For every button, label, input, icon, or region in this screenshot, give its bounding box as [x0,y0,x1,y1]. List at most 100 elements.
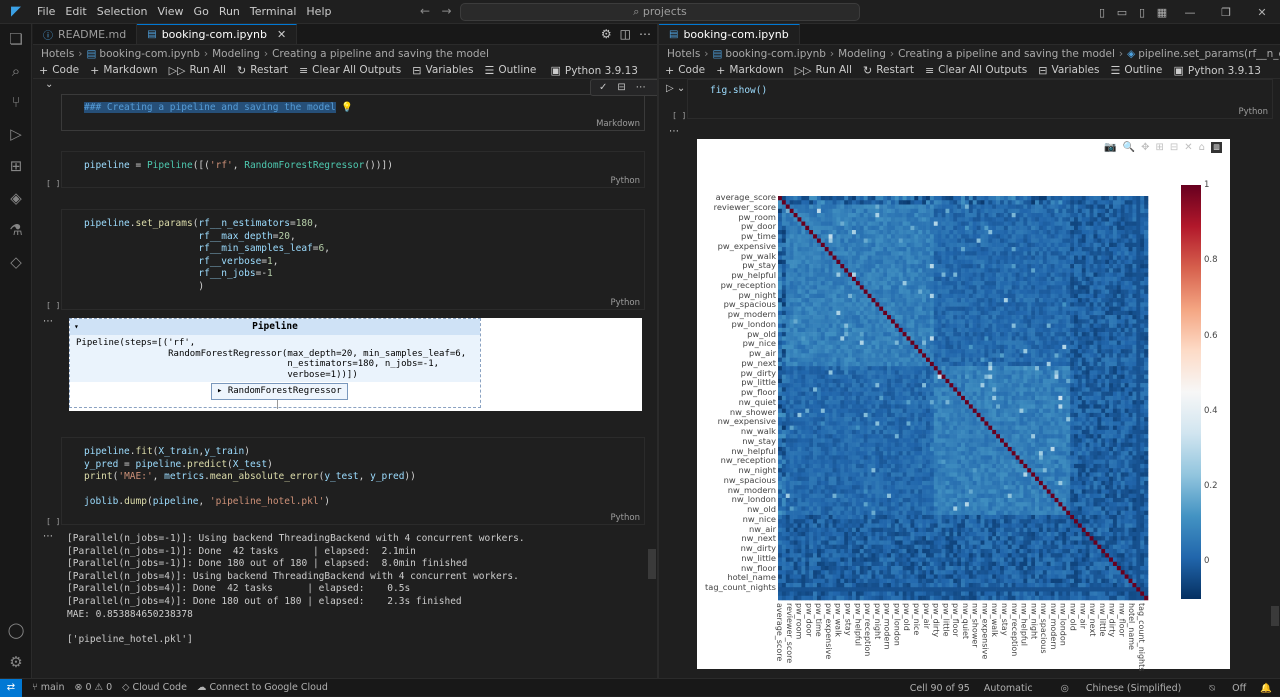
cell-language[interactable]: Python [611,176,640,186]
code-cell[interactable]: fig.show() Python [687,79,1273,119]
breadcrumb-item[interactable]: pipeline.set_params(rf__n_estimators=180… [1138,48,1280,60]
run-all-button[interactable]: ▷▷ Run All [795,64,852,77]
menu-view[interactable]: View [157,5,183,18]
pipeline-step-box[interactable]: ▸ RandomForestRegressor [211,383,348,400]
tab-booking-notebook[interactable]: ▤ booking-com.ipynb ✕ [137,24,298,44]
settings-gear-icon[interactable]: ⚙ [6,652,26,672]
heatmap-cell [890,251,896,256]
heatmap-cell [926,332,931,337]
scrollbar[interactable] [648,549,656,579]
heatmap-cell [1089,391,1094,397]
add-code-button[interactable]: + Code [665,64,705,77]
output-more-icon[interactable]: ⋯ [43,531,53,542]
collapse-chevron-icon[interactable]: ⌄ [45,79,53,90]
cell-language[interactable]: Python [1239,107,1268,117]
kernel-picker[interactable]: ▣ Python 3.9.13 [550,64,638,77]
outline-button[interactable]: ☰ Outline [484,64,536,77]
database-icon[interactable]: ◈ [6,188,26,208]
menu-run[interactable]: Run [219,5,240,18]
split-cell-icon[interactable]: ⊟ [617,82,625,93]
explorer-icon[interactable]: ❏ [6,29,26,49]
heatmap-cell [957,315,962,320]
heatmap-cell [1054,302,1059,307]
breadcrumb-item[interactable]: Creating a pipeline and saving the model [898,48,1115,60]
heatmap-cell [1132,306,1137,312]
output-more-icon[interactable]: ⋯ [43,316,53,327]
cell-language[interactable]: Python [611,513,640,523]
split-editor-icon[interactable]: ◫ [620,27,631,41]
layout-icon[interactable]: ▦ [1153,6,1171,19]
outline-button[interactable]: ☰ Outline [1110,64,1162,77]
breadcrumb-item[interactable]: Hotels [41,48,74,60]
close-window-button[interactable]: ✕ [1245,6,1279,19]
heatmap-cell [1128,323,1133,329]
more-actions-icon[interactable]: ⋯ [636,82,646,93]
breadcrumb-item[interactable]: booking-com.ipynb [99,48,200,60]
restart-button[interactable]: ↻ Restart [863,64,914,77]
heatmap-cell [1136,323,1141,329]
search-view-icon[interactable]: ⌕ [6,61,26,81]
source-control-icon[interactable]: ⑂ [6,92,26,112]
extensions-icon[interactable]: ⊞ [6,156,26,176]
heatmap-cell [1124,370,1129,375]
run-debug-icon[interactable]: ▷ [6,124,26,144]
menu-go[interactable]: Go [194,5,209,18]
heatmap-cell [789,234,794,239]
clear-outputs-button[interactable]: ≡ Clear All Outputs [925,64,1027,77]
heatmap-cell [813,234,818,239]
code-cell[interactable]: pipeline.fit(X_train,y_train) y_pred = p… [61,437,645,525]
account-icon[interactable]: ◯ [6,620,26,640]
add-code-button[interactable]: + Code [39,64,79,77]
cell-language[interactable]: Python [611,298,640,308]
kernel-picker[interactable]: ▣ Python 3.9.13 [1173,64,1261,77]
breadcrumb-item[interactable]: Modeling [838,48,886,60]
add-markdown-button[interactable]: + Markdown [716,64,783,77]
clear-outputs-button[interactable]: ≡ Clear All Outputs [299,64,401,77]
code-cell[interactable]: pipeline.set_params(rf__n_estimators=180… [61,209,645,310]
add-markdown-button[interactable]: + Markdown [90,64,157,77]
testing-icon[interactable]: ⚗ [6,220,26,240]
breadcrumb-item[interactable]: Modeling [212,48,260,60]
forward-arrow-icon[interactable]: → [442,4,452,18]
remote-explorer-icon[interactable]: ◇ [6,252,26,272]
toggle-sidebar-icon[interactable]: ▯ [1093,6,1111,19]
run-cell-icon[interactable]: ▷ ⌄ [666,83,685,94]
gear-icon[interactable]: ⚙ [601,27,612,41]
breadcrumb-item[interactable]: Creating a pipeline and saving the model [272,48,489,60]
variables-button[interactable]: ⊟ Variables [1038,64,1099,77]
lightbulb-icon[interactable]: 💡 [341,102,353,113]
heatmap-cell [1050,340,1055,346]
command-center[interactable]: ⌕ projects [460,3,860,21]
heatmap-cell [836,349,841,354]
markdown-cell[interactable]: ### Creating a pipeline and saving the m… [61,94,645,131]
close-icon[interactable]: ✕ [277,28,286,41]
menu-help[interactable]: Help [306,5,331,18]
breadcrumb-item[interactable]: Hotels [667,48,700,60]
cell-language[interactable]: Markdown [596,119,640,129]
heatmap-svg[interactable] [697,139,1230,669]
toggle-panel-icon[interactable]: ▭ [1113,6,1131,19]
tab-booking-notebook[interactable]: ▤ booking-com.ipynb [659,24,800,44]
pipeline-header[interactable]: ▾ Pipeline [70,319,480,335]
heatmap-cell [918,332,923,337]
output-more-icon[interactable]: ⋯ [669,126,679,137]
breadcrumb-item[interactable]: booking-com.ipynb [725,48,826,60]
run-all-button[interactable]: ▷▷ Run All [169,64,226,77]
menu-edit[interactable]: Edit [65,5,86,18]
heatmap-cell [828,357,833,363]
check-icon[interactable]: ✓ [599,82,607,93]
restart-button[interactable]: ↻ Restart [237,64,288,77]
restore-button[interactable]: ❐ [1209,6,1243,19]
heatmap-cell [875,242,880,248]
heatmap-cell [964,302,970,307]
toggle-secondary-sidebar-icon[interactable]: ▯ [1133,6,1151,19]
minimize-button[interactable]: — [1173,6,1207,19]
menu-file[interactable]: File [37,5,55,18]
tab-readme[interactable]: ⓘ README.md [33,24,138,44]
variables-button[interactable]: ⊟ Variables [412,64,473,77]
menu-selection[interactable]: Selection [97,5,148,18]
code-cell[interactable]: pipeline = Pipeline([('rf', RandomForest… [61,151,645,188]
back-arrow-icon[interactable]: ← [420,4,430,18]
more-actions-icon[interactable]: ⋯ [639,27,651,41]
menu-terminal[interactable]: Terminal [250,5,297,18]
